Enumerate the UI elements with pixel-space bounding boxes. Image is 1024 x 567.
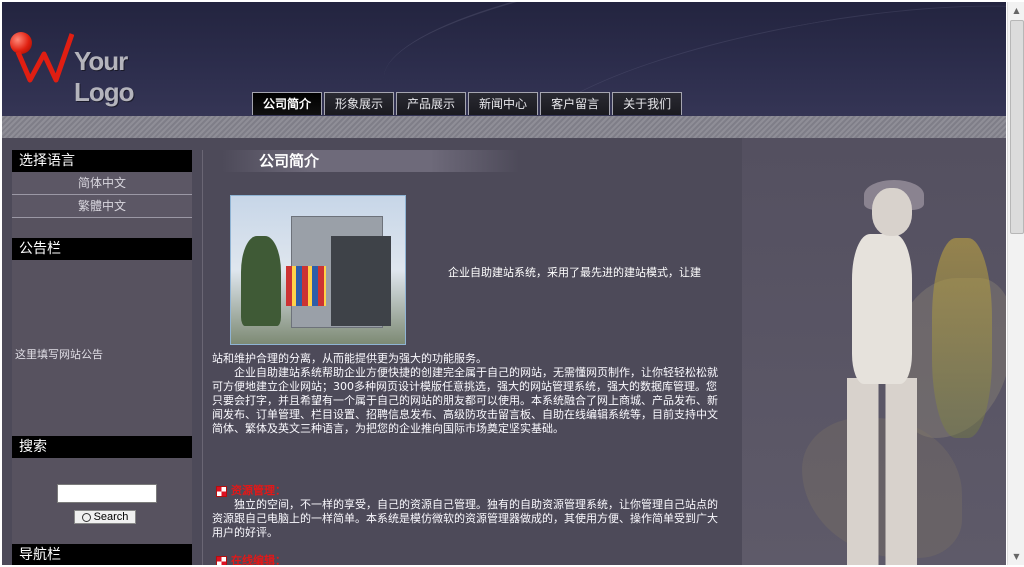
page-title: 公司简介 xyxy=(222,150,519,172)
nav-item-products[interactable]: 产品展示 xyxy=(396,92,467,115)
nav-item-about[interactable]: 关于我们 xyxy=(612,92,683,115)
nav-box-title: 导航栏 xyxy=(12,544,192,565)
scroll-up-icon[interactable]: ▲ xyxy=(1008,2,1024,19)
scroll-down-icon[interactable]: ▼ xyxy=(1008,548,1024,565)
column-divider xyxy=(202,150,203,565)
nav-item-company-profile[interactable]: 公司简介 xyxy=(252,92,323,115)
section-title-text: 资源管理： xyxy=(231,484,286,497)
search-box: Search xyxy=(12,458,192,544)
search-button[interactable]: Search xyxy=(74,510,136,524)
site-logo[interactable]: Your Logo xyxy=(8,26,188,107)
language-traditional-link[interactable]: 繁體中文 xyxy=(12,195,192,218)
section-title-text: 在线编辑： xyxy=(231,554,286,565)
language-simplified-link[interactable]: 简体中文 xyxy=(12,172,192,195)
intro-continuation: 站和维护合理的分离，从而能提供更为强大的功能服务。 xyxy=(212,352,487,365)
art-figure-legs xyxy=(847,378,917,565)
header-stripe xyxy=(2,116,1006,138)
section-text: 独立的空间，不一样的享受，自己的资源自己管理。独有的自助资源管理系统，让你管理自… xyxy=(212,498,718,539)
section-title: 在线编辑： xyxy=(212,554,724,565)
search-input[interactable] xyxy=(57,484,157,503)
scroll-thumb[interactable] xyxy=(1010,20,1024,234)
language-box-title: 选择语言 xyxy=(12,150,192,172)
section-title: 资源管理： xyxy=(212,484,724,498)
search-button-label: Search xyxy=(93,511,129,523)
nav-item-news[interactable]: 新闻中心 xyxy=(468,92,539,115)
intro-paragraph: 站和维护合理的分离，从而能提供更为强大的功能服务。 企业自助建站系统帮助企业方便… xyxy=(212,352,724,436)
nav-item-guestbook[interactable]: 客户留言 xyxy=(540,92,611,115)
intro-body: 企业自助建站系统帮助企业方便快捷的创建完全属于自己的网站，无需懂网页制作，让你轻… xyxy=(212,366,718,435)
fashion-illustration xyxy=(742,138,1006,565)
search-box-title: 搜索 xyxy=(12,436,192,458)
notice-box: 这里填写网站公告 xyxy=(12,260,192,436)
intro-text: 企业自助建站系统，采用了最先进的建站模式，让建 xyxy=(448,266,701,279)
photo-tree xyxy=(241,236,281,326)
site-header: Your Logo 公司简介 形象展示 产品展示 新闻中心 客户留言 关于我们 xyxy=(2,2,1006,116)
art-figure-head xyxy=(872,188,912,236)
section-resource-management: 资源管理： 独立的空间，不一样的享受，自己的资源自己管理。独有的自助资源管理系统… xyxy=(212,484,724,540)
logo-w-icon xyxy=(15,33,74,83)
nav-item-image-showcase[interactable]: 形象展示 xyxy=(324,92,395,115)
bullet-icon xyxy=(216,485,227,497)
notice-text: 这里填写网站公告 xyxy=(15,348,103,361)
section-online-editing: 在线编辑： xyxy=(212,554,724,565)
logo-text: Your Logo xyxy=(74,46,135,107)
main-nav: 公司简介 形象展示 产品展示 新闻中心 客户留言 关于我们 xyxy=(252,92,684,116)
art-figure-body xyxy=(852,234,912,384)
search-icon xyxy=(81,512,91,522)
photo-flags xyxy=(286,266,326,306)
bullet-icon xyxy=(216,555,227,565)
main-content: 公司简介 企业自助建站系统，采用了最先进的建站模式，让建 站和维护合理的分离，从… xyxy=(212,150,732,565)
vertical-scrollbar[interactable]: ▲ ▼ xyxy=(1007,2,1024,565)
notice-box-title: 公告栏 xyxy=(12,238,192,260)
page: Your Logo 公司简介 形象展示 产品展示 新闻中心 客户留言 关于我们 … xyxy=(2,2,1006,565)
company-photo xyxy=(230,195,406,345)
art-splash xyxy=(932,238,992,438)
sidebar: 选择语言 简体中文 繁體中文 公告栏 这里填写网站公告 搜索 Search 导航… xyxy=(12,150,192,565)
photo-building-dark xyxy=(331,236,391,326)
